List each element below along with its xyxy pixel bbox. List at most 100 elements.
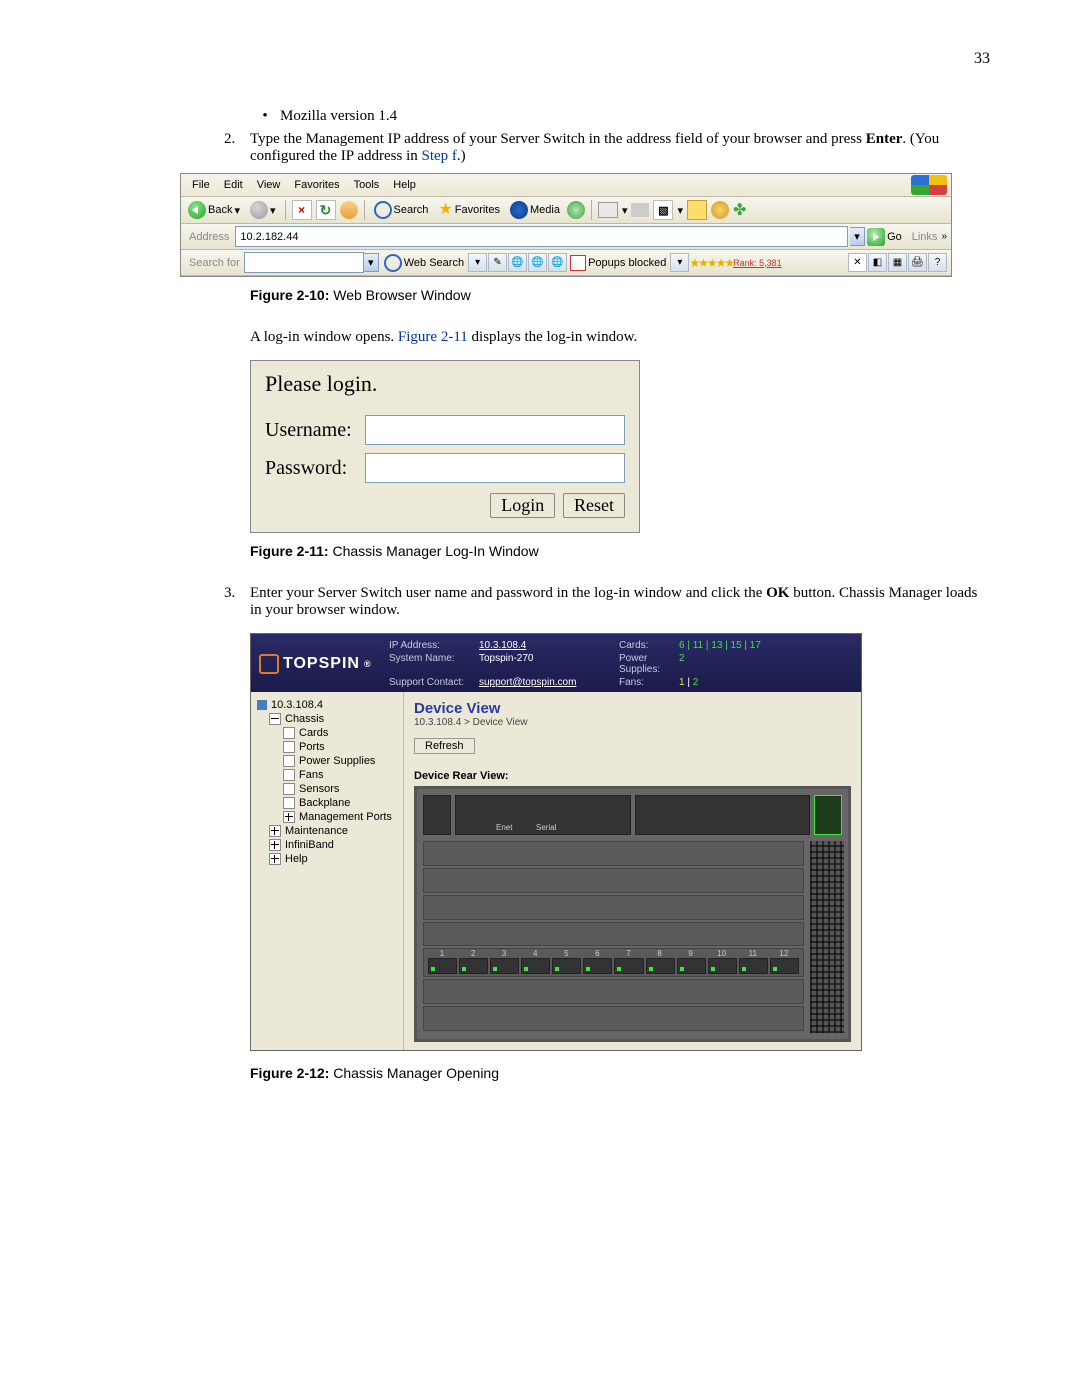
serial-label: Serial — [536, 823, 556, 832]
print-button[interactable] — [631, 203, 649, 217]
links-chevron[interactable]: » — [941, 231, 947, 242]
expand-icon[interactable] — [283, 811, 295, 823]
mgmt-module-1[interactable]: Enet Serial — [455, 795, 631, 835]
psu-2[interactable] — [814, 795, 842, 835]
tb-r2[interactable]: ◧ — [868, 253, 887, 272]
forward-icon — [250, 201, 268, 219]
address-dropdown[interactable]: ▾ — [850, 227, 865, 246]
menu-view[interactable]: View — [250, 177, 288, 193]
tree-backplane[interactable]: Backplane — [257, 796, 397, 810]
go-button[interactable] — [867, 228, 885, 246]
port-12[interactable]: 12 — [770, 958, 799, 974]
led-icon — [586, 967, 590, 971]
collapse-icon[interactable] — [269, 713, 281, 725]
tree-mgmt-ports[interactable]: Management Ports — [257, 810, 397, 824]
tb-globe3[interactable]: 🌐 — [548, 253, 567, 272]
forward-button[interactable]: ▾ — [247, 200, 279, 220]
port-7[interactable]: 7 — [614, 958, 643, 974]
tree-chassis[interactable]: Chassis — [257, 712, 397, 726]
folder-button[interactable] — [687, 200, 707, 220]
link-step-f[interactable]: Step f — [421, 148, 456, 164]
tb-globe2[interactable]: 🌐 — [528, 253, 547, 272]
port-6[interactable]: 6 — [583, 958, 612, 974]
tb-r5[interactable]: ? — [928, 253, 947, 272]
port-5[interactable]: 5 — [552, 958, 581, 974]
card-slot[interactable] — [423, 922, 804, 947]
search-input[interactable] — [244, 252, 364, 273]
home-button[interactable] — [340, 201, 358, 219]
discuss-button[interactable] — [711, 201, 729, 219]
favorites-button[interactable]: ★Favorites — [435, 202, 503, 218]
t-bold: Enter — [866, 131, 903, 147]
dd[interactable]: ▾ — [677, 204, 683, 217]
tree-maintenance[interactable]: Maintenance — [257, 824, 397, 838]
menu-favorites[interactable]: Favorites — [287, 177, 346, 193]
card-slot[interactable] — [423, 895, 804, 920]
step-3-text: Enter your Server Switch user name and p… — [250, 585, 990, 619]
tree-psu[interactable]: Power Supplies — [257, 754, 397, 768]
expand-icon[interactable] — [269, 839, 281, 851]
popups-blocked[interactable]: Popups blocked — [567, 254, 669, 272]
tree-root[interactable]: 10.3.108.4 — [257, 698, 397, 712]
search-dropdown[interactable]: ▾ — [364, 253, 379, 272]
login-button[interactable]: Login — [490, 493, 555, 518]
history-button[interactable] — [567, 201, 585, 219]
back-button[interactable]: Back ▾ — [185, 200, 243, 220]
menu-edit[interactable]: Edit — [217, 177, 250, 193]
edit-button[interactable]: ▧ — [653, 200, 673, 220]
tree-help[interactable]: Help — [257, 852, 397, 866]
password-input[interactable] — [365, 453, 625, 483]
port-4[interactable]: 4 — [521, 958, 550, 974]
psu-1[interactable] — [423, 795, 451, 835]
tb-r3[interactable]: ▦ — [888, 253, 907, 272]
tb-dd2[interactable]: ▾ — [670, 253, 689, 272]
menu-tools[interactable]: Tools — [347, 177, 387, 193]
port-3[interactable]: 3 — [490, 958, 519, 974]
links-label[interactable]: Links — [908, 231, 942, 243]
tree-cards[interactable]: Cards — [257, 726, 397, 740]
card-slot[interactable] — [423, 979, 804, 1004]
media-button[interactable]: Media — [507, 200, 563, 220]
tree-infiniband[interactable]: InfiniBand — [257, 838, 397, 852]
tb-dd[interactable]: ▾ — [468, 253, 487, 272]
tree-ports[interactable]: Ports — [257, 740, 397, 754]
card-slot[interactable] — [423, 868, 804, 893]
tb-highlighter[interactable]: ✎ — [488, 253, 507, 272]
reset-button[interactable]: Reset — [563, 493, 625, 518]
link-figure-2-11[interactable]: Figure 2-11 — [398, 329, 468, 345]
mail-button[interactable] — [598, 202, 618, 218]
port-8[interactable]: 8 — [646, 958, 675, 974]
tree-sensors[interactable]: Sensors — [257, 782, 397, 796]
port-11[interactable]: 11 — [739, 958, 768, 974]
port-2[interactable]: 2 — [459, 958, 488, 974]
card-slot[interactable] — [423, 841, 804, 866]
menu-help[interactable]: Help — [386, 177, 423, 193]
dd[interactable]: ▾ — [622, 204, 628, 217]
expand-icon[interactable] — [269, 825, 281, 837]
expand-icon[interactable] — [269, 853, 281, 865]
extra-icon[interactable]: ✤ — [733, 200, 746, 220]
refresh-button[interactable]: Refresh — [414, 738, 475, 754]
refresh-button[interactable]: ↻ — [316, 200, 336, 220]
web-search-button[interactable]: Web Search — [381, 253, 467, 273]
port-9[interactable]: 9 — [677, 958, 706, 974]
menu-file[interactable]: File — [185, 177, 217, 193]
tb-globe1[interactable]: 🌐 — [508, 253, 527, 272]
v-sup[interactable]: support@topspin.com — [479, 677, 619, 688]
card-slot[interactable] — [423, 1006, 804, 1031]
t: Backplane — [299, 797, 350, 809]
v-ip[interactable]: 10.3.108.4 — [479, 640, 619, 651]
address-input[interactable] — [235, 226, 848, 247]
tb-r4[interactable]: 🖨 — [908, 253, 927, 272]
port-10[interactable]: 10 — [708, 958, 737, 974]
tree-fans[interactable]: Fans — [257, 768, 397, 782]
port-1[interactable]: 1 — [428, 958, 457, 974]
search-button[interactable]: Search — [371, 200, 432, 220]
k-ip: IP Address: — [389, 640, 479, 651]
step-2-num: 2. — [224, 131, 250, 165]
card-slot-ports[interactable]: 1 2 3 4 5 6 7 8 9 10 11 12 — [423, 948, 804, 977]
mgmt-module-2[interactable] — [635, 795, 811, 835]
tb-r1[interactable]: ✕ — [848, 253, 867, 272]
username-input[interactable] — [365, 415, 625, 445]
stop-button[interactable]: × — [292, 200, 312, 220]
